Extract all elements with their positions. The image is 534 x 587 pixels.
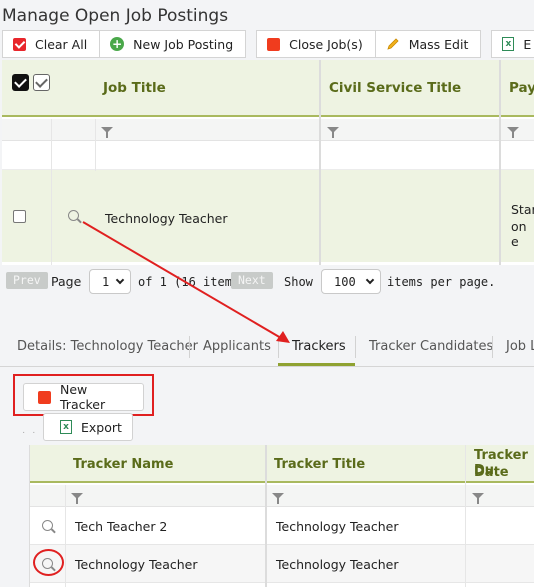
filter-icon[interactable]: [472, 493, 484, 504]
new-job-posting-button[interactable]: + New Job Posting: [100, 30, 247, 58]
page-size-select[interactable]: 100: [321, 269, 381, 294]
checkbox-clear-icon: [13, 37, 26, 51]
page-label: Page: [51, 274, 82, 289]
mass-edit-button[interactable]: Mass Edit: [375, 30, 482, 58]
export-button[interactable]: x E: [491, 30, 534, 58]
magnifier-icon[interactable]: [42, 520, 53, 531]
column-divider: [95, 119, 96, 171]
magnifier-icon[interactable]: [68, 210, 79, 221]
items-per-page-label: items per page.: [387, 275, 496, 289]
show-label: Show: [284, 275, 313, 289]
trackers-grid: Tracker Name Tracker Title Tracker Du Da…: [29, 445, 534, 587]
column-divider: [319, 60, 321, 265]
column-divider: [499, 60, 501, 265]
tab-divider: [492, 336, 493, 358]
tab-trackers[interactable]: Trackers: [292, 339, 346, 354]
clear-all-label: Clear All: [35, 36, 88, 52]
chevron-down-icon: [115, 275, 125, 285]
tracker-name-cell: Technology Teacher: [75, 557, 198, 572]
filter-row: [2, 119, 534, 141]
export-label-partial: E: [523, 36, 532, 52]
tracker-title-cell: Technology Teacher: [276, 519, 399, 534]
column-header-tracker-title[interactable]: Tracker Title: [274, 457, 365, 472]
tab-divider: [189, 336, 190, 358]
chevron-down-icon: [365, 275, 375, 285]
empty-row: [2, 142, 534, 170]
deselect-all-icon[interactable]: [33, 74, 50, 91]
pay-cell-line1: Star: [511, 202, 534, 217]
close-jobs-label: Close Job(s): [289, 36, 363, 52]
row-checkbox[interactable]: [13, 210, 26, 223]
job-title-cell: Technology Teacher: [105, 211, 228, 226]
excel-icon: x: [502, 37, 515, 51]
tracker-grid-header: Tracker Name Tracker Title Tracker Du Da…: [30, 445, 534, 483]
red-square-icon: [267, 37, 281, 51]
tracker-export-button[interactable]: x Export: [43, 413, 133, 441]
job-postings-grid: Job Title Civil Service Title Pay Techno…: [2, 60, 534, 298]
tab-divider: [278, 336, 279, 358]
column-header-pay[interactable]: Pay: [509, 80, 534, 96]
filter-icon[interactable]: [327, 127, 339, 138]
tab-applicants[interactable]: Applicants: [203, 339, 271, 354]
close-jobs-button[interactable]: Close Job(s): [256, 30, 376, 58]
pay-cell-line2: on e: [511, 219, 527, 249]
table-row[interactable]: Technology Teacher Star on e: [2, 170, 534, 262]
tab-job-l[interactable]: Job L: [506, 339, 534, 354]
select-all-icon[interactable]: [12, 74, 29, 91]
next-page-button[interactable]: Next: [231, 272, 273, 289]
column-divider: [265, 445, 267, 587]
filter-icon[interactable]: [272, 493, 284, 504]
table-row[interactable]: Technology Teacher Technology Teacher: [30, 545, 534, 583]
tracker-name-cell: Tech Teacher 2: [75, 519, 168, 534]
mass-edit-label: Mass Edit: [408, 36, 469, 52]
column-divider: [65, 485, 66, 587]
tracker-filter-row: [30, 485, 534, 507]
table-row[interactable]: Tech Teacher 2 Technology Teacher: [30, 507, 534, 545]
toolbar-overflow-dots: · ·: [22, 427, 38, 438]
new-tracker-button[interactable]: New Tracker: [23, 382, 144, 412]
new-tracker-label: New Tracker: [60, 382, 106, 412]
page-select[interactable]: 1: [89, 269, 131, 294]
tab-divider: [355, 336, 356, 358]
highlight-circle: [33, 549, 64, 576]
tab-tracker-candidates[interactable]: Tracker Candidates: [369, 339, 493, 354]
filter-icon[interactable]: [71, 493, 83, 504]
filter-icon[interactable]: [507, 127, 519, 138]
pager: Prev Page 1 of 1 (16 items) Next Show 10…: [2, 265, 534, 298]
page-size-value: 100: [334, 275, 356, 289]
column-divider: [465, 445, 466, 587]
grid-header: Job Title Civil Service Title Pay: [2, 60, 534, 117]
excel-icon: x: [60, 420, 72, 434]
tab-details[interactable]: Details: Technology Teacher: [17, 339, 198, 354]
clear-all-button[interactable]: Clear All: [2, 30, 101, 58]
column-header-civil-service-title[interactable]: Civil Service Title: [329, 80, 461, 96]
pencil-icon: [386, 37, 400, 51]
column-header-job-title[interactable]: Job Title: [103, 80, 166, 96]
new-job-posting-label: New Job Posting: [133, 36, 234, 52]
page-select-value: 1: [102, 275, 110, 289]
filter-icon[interactable]: [101, 127, 113, 138]
main-toolbar: Clear All + New Job Posting Close Job(s)…: [2, 30, 534, 58]
tracker-title-cell: Technology Teacher: [276, 557, 399, 572]
active-tab-underline: [278, 363, 355, 366]
prev-page-button[interactable]: Prev: [6, 272, 48, 289]
tracker-export-label: Export: [81, 419, 122, 435]
red-square-icon: [38, 390, 51, 404]
column-divider: [51, 119, 52, 265]
column-header-date: Date: [474, 465, 509, 480]
detail-tabs: Details: Technology Teacher Applicants T…: [0, 325, 534, 367]
plus-circle-icon: +: [110, 37, 125, 51]
column-header-tracker-name[interactable]: Tracker Name: [73, 457, 173, 472]
page-title: Manage Open Job Postings: [2, 6, 229, 26]
